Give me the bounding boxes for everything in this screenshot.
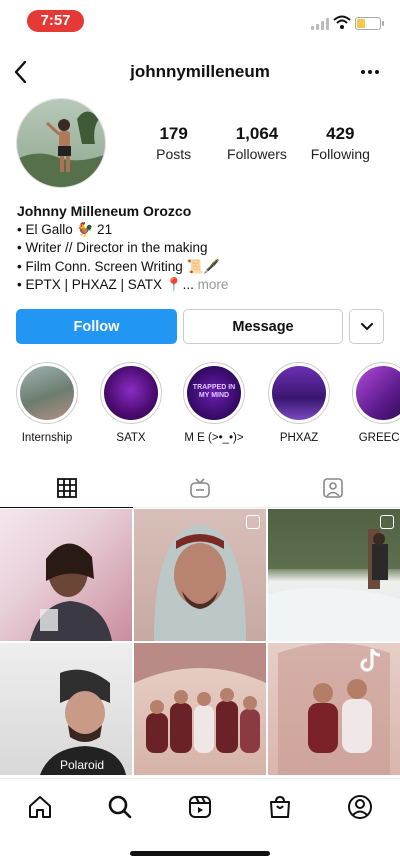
message-button[interactable]: Message xyxy=(183,309,343,344)
profile-avatar[interactable] xyxy=(16,98,106,188)
stat-value: 1,064 xyxy=(235,124,279,143)
highlight-label: SATX xyxy=(116,432,146,444)
highlight-greece[interactable]: GREECE xyxy=(348,362,400,444)
stat-value: 429 xyxy=(326,124,355,143)
highlight-satx[interactable]: SATX xyxy=(96,362,166,444)
following-count[interactable]: 429 Following xyxy=(299,124,382,162)
profile-username: johnnymilleneum xyxy=(130,62,270,81)
highlight-internship[interactable]: Internship xyxy=(12,362,82,444)
grid-icon xyxy=(56,477,77,498)
nav-search[interactable] xyxy=(80,779,160,834)
cellular-signal-icon xyxy=(311,18,329,30)
home-indicator xyxy=(130,851,270,856)
status-time: 7:57 xyxy=(27,10,84,32)
story-highlights: Internship SATX TRAPPED IN MY MIND M E (… xyxy=(0,362,400,452)
status-bar: 7:57 xyxy=(0,0,400,44)
profile-full-name: Johnny Milleneum Orozco xyxy=(17,203,192,219)
nav-reels[interactable] xyxy=(160,779,240,834)
post-thumbnail[interactable]: Polaroid xyxy=(0,643,132,775)
profile-icon xyxy=(348,794,372,819)
bottom-navigation xyxy=(0,778,400,834)
chevron-down-icon xyxy=(360,322,373,330)
stat-value: 179 xyxy=(159,124,188,143)
highlight-me[interactable]: TRAPPED IN MY MIND M E (>•_•)> xyxy=(179,362,249,444)
nav-home[interactable] xyxy=(0,779,80,834)
profile-nav-bar: johnnymilleneum xyxy=(0,52,400,92)
post-thumbnail[interactable] xyxy=(134,643,266,775)
nav-shop[interactable] xyxy=(240,779,320,834)
nav-profile[interactable] xyxy=(320,779,400,834)
stat-label: Following xyxy=(310,146,370,162)
posts-count[interactable]: 179 Posts xyxy=(132,124,215,162)
post-thumbnail[interactable] xyxy=(0,509,132,641)
follow-button[interactable]: Follow xyxy=(16,309,177,344)
highlight-phxaz[interactable]: PHXAZ xyxy=(264,362,334,444)
post-thumbnail[interactable] xyxy=(268,643,400,775)
battery-icon xyxy=(355,17,384,30)
stat-label: Posts xyxy=(156,146,192,162)
tagged-icon xyxy=(323,477,344,498)
post-thumbnail[interactable] xyxy=(268,509,400,641)
bio-line: • EPTX | PHXAZ | SATX 📍... more xyxy=(17,276,387,295)
profile-tabs xyxy=(0,468,400,508)
bio-line: • El Gallo 🐓 21 xyxy=(17,221,113,237)
reel-icon xyxy=(380,515,394,529)
tab-posts-grid[interactable] xyxy=(0,468,134,508)
tiktok-icon xyxy=(360,648,381,672)
stat-label: Followers xyxy=(227,146,287,162)
suggested-accounts-button[interactable] xyxy=(349,309,384,344)
shop-icon xyxy=(270,795,290,818)
post-thumbnail[interactable] xyxy=(134,509,266,641)
bio-line-text: • EPTX | PHXAZ | SATX 📍... xyxy=(17,277,194,292)
reel-icon xyxy=(246,515,260,529)
search-icon xyxy=(108,795,132,818)
home-icon xyxy=(29,795,51,818)
highlight-label: Internship xyxy=(21,432,73,444)
profile-bio: Johnny Milleneum Orozco • El Gallo 🐓 21 … xyxy=(17,202,387,295)
wifi-icon xyxy=(333,15,351,29)
highlight-cover-text: TRAPPED IN MY MIND xyxy=(192,384,236,399)
highlight-label: M E (>•_•)> xyxy=(184,432,244,444)
followers-count[interactable]: 1,064 Followers xyxy=(215,124,298,162)
igtv-icon xyxy=(190,477,210,498)
tab-igtv[interactable] xyxy=(133,468,266,507)
highlight-label: PHXAZ xyxy=(279,432,319,444)
bio-more-link[interactable]: more xyxy=(198,277,229,292)
bio-line: • Film Conn. Screen Writing 📜🖋️ xyxy=(17,258,221,274)
tab-tagged[interactable] xyxy=(267,468,400,507)
svg-text:Polaroid: Polaroid xyxy=(60,758,104,772)
profile-stats: 179 Posts 1,064 Followers 429 Following xyxy=(132,124,382,162)
reels-icon xyxy=(189,795,211,818)
highlight-label: GREECE xyxy=(358,432,400,444)
bio-line: • Writer // Director in the making xyxy=(17,240,208,255)
more-options-icon[interactable] xyxy=(358,60,382,84)
